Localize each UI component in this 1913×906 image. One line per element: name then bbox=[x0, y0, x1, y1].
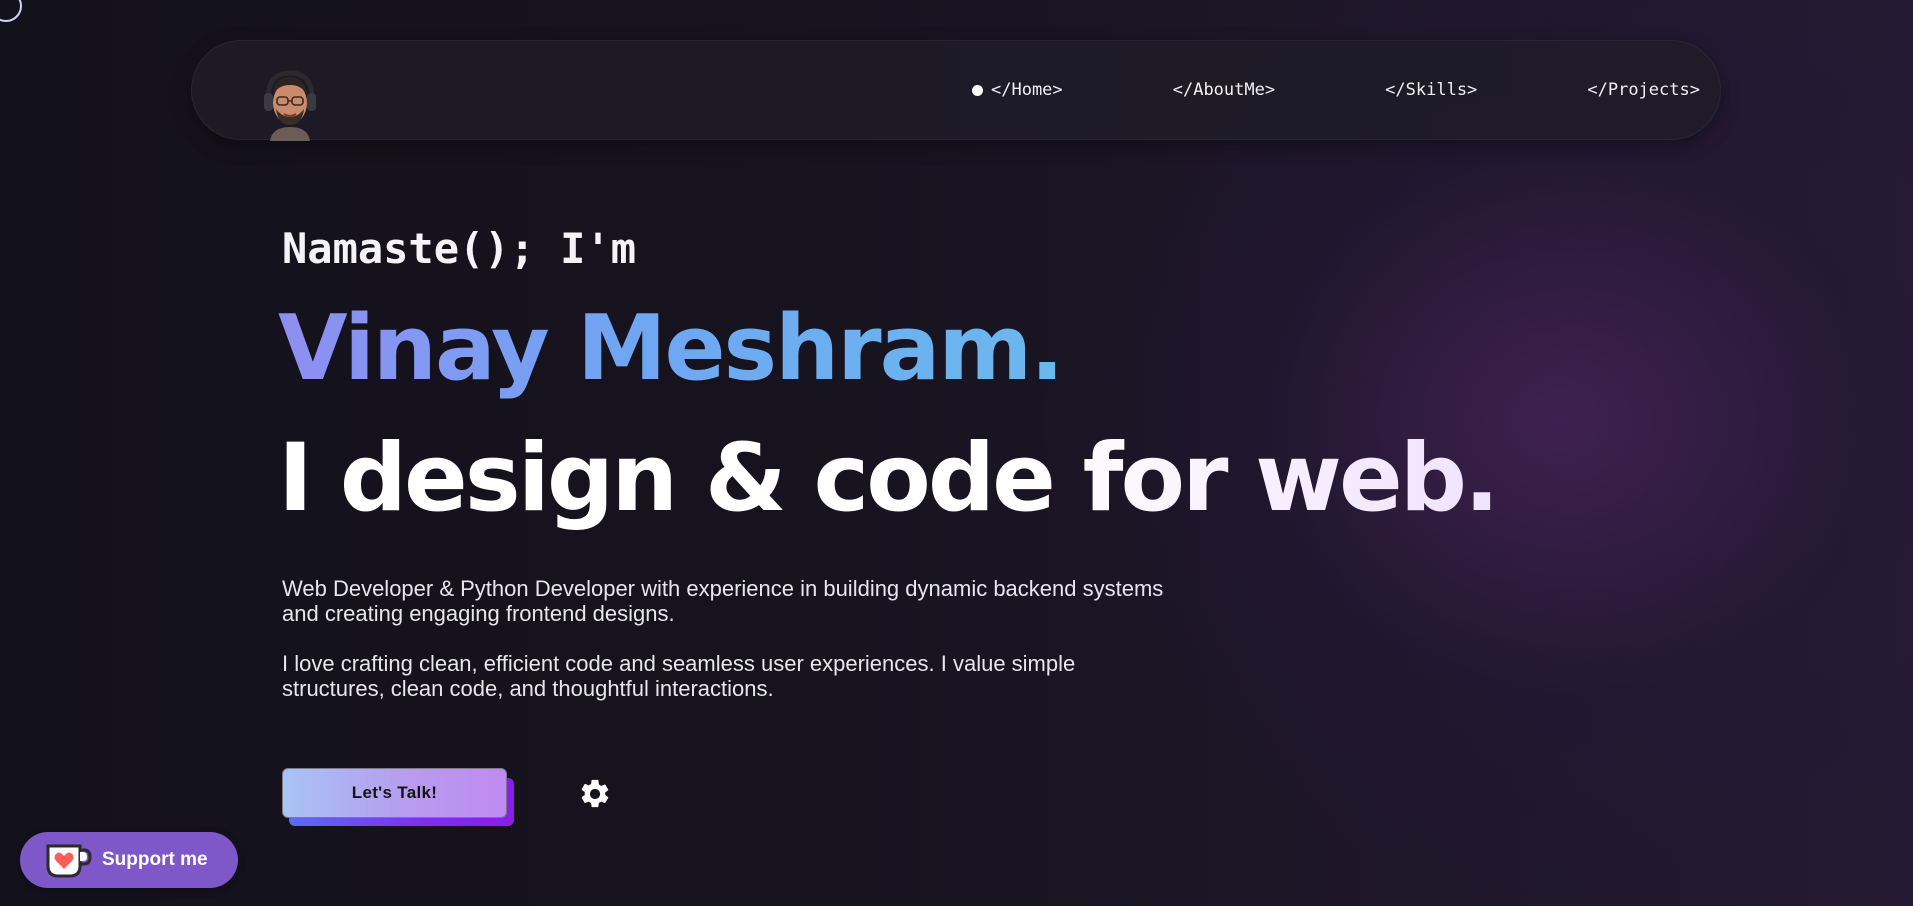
nav-skills-link[interactable]: </Skills> bbox=[1385, 80, 1477, 100]
nav-aboutme-label: </AboutMe> bbox=[1172, 80, 1276, 100]
ko-fi-cup-icon bbox=[44, 840, 92, 880]
nav-home-link[interactable]: </Home> bbox=[972, 80, 1063, 100]
cta-wrapper: Let's Talk! bbox=[282, 768, 514, 828]
lets-talk-button[interactable]: Let's Talk! bbox=[282, 768, 507, 818]
nav-links: </Home> </AboutMe> </Skills> </Projects> bbox=[972, 41, 1700, 139]
hero-description-2: I love crafting clean, efficient code an… bbox=[282, 651, 1076, 701]
gear-icon[interactable] bbox=[578, 777, 612, 811]
nav-skills-label: </Skills> bbox=[1385, 80, 1478, 100]
hero-name: Vinay Meshram. bbox=[278, 296, 1064, 401]
support-me-button[interactable]: Support me bbox=[20, 832, 238, 888]
active-dot-icon bbox=[972, 84, 983, 96]
hero-greeting: Namaste(); I'm bbox=[282, 224, 637, 273]
nav-projects-label: </Projects> bbox=[1587, 80, 1700, 100]
nav-projects-link[interactable]: </Projects> bbox=[1587, 80, 1700, 100]
nav-aboutme-link[interactable]: </AboutMe> bbox=[1173, 80, 1275, 100]
hero-tagline: I design & code for web. bbox=[278, 424, 1500, 533]
navbar: </Home> </AboutMe> </Skills> </Projects> bbox=[191, 40, 1721, 141]
memoji-avatar-icon bbox=[264, 70, 316, 141]
nav-home-label: </Home> bbox=[991, 80, 1063, 100]
hero-description-1: Web Developer & Python Developer with ex… bbox=[282, 576, 1164, 626]
avatar[interactable] bbox=[262, 69, 318, 141]
support-me-label: Support me bbox=[102, 849, 208, 870]
